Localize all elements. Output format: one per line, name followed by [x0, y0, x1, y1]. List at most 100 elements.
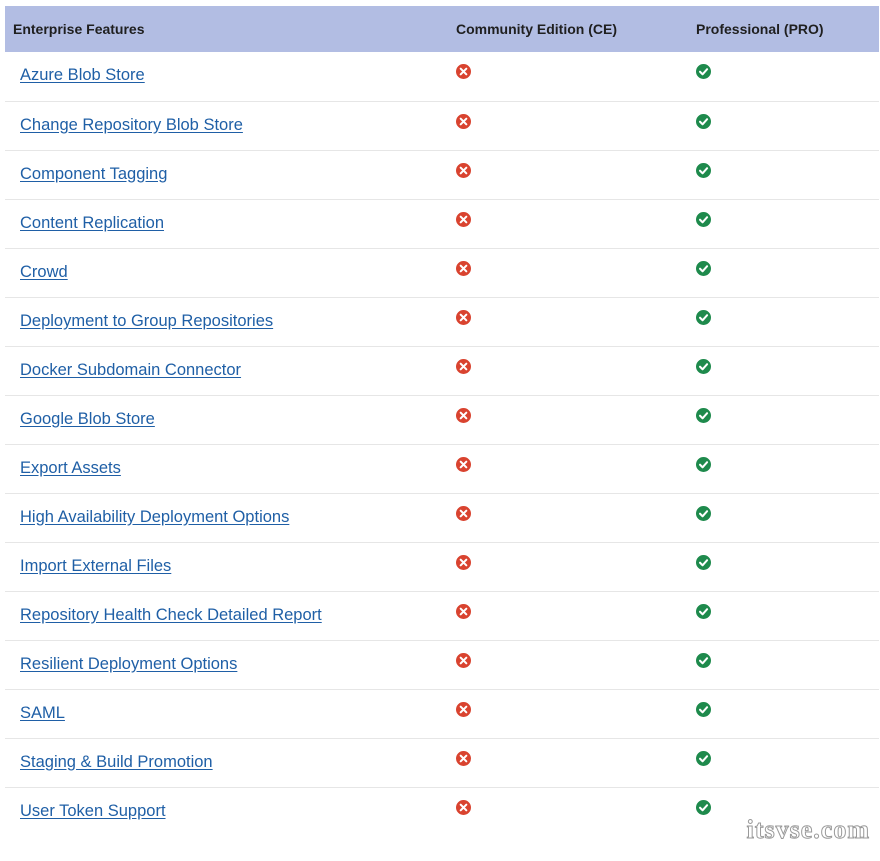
feature-cell: Docker Subdomain Connector — [5, 346, 456, 395]
ce-status-cell — [456, 591, 696, 640]
pro-status-cell — [696, 101, 879, 150]
ce-status-cell — [456, 444, 696, 493]
feature-link[interactable]: Content Replication — [20, 214, 164, 232]
table-row: Staging & Build Promotion — [5, 738, 879, 787]
feature-cell: Change Repository Blob Store — [5, 101, 456, 150]
ce-status-cell — [456, 346, 696, 395]
ce-status-cell — [456, 689, 696, 738]
check-circle-icon — [696, 750, 711, 766]
feature-link[interactable]: Component Tagging — [20, 165, 167, 183]
table-row: Google Blob Store — [5, 395, 879, 444]
feature-link[interactable]: Deployment to Group Repositories — [20, 312, 273, 330]
pro-status-cell — [696, 542, 879, 591]
feature-link[interactable]: Repository Health Check Detailed Report — [20, 606, 322, 624]
ce-status-cell — [456, 101, 696, 150]
page: Enterprise Features Community Edition (C… — [0, 0, 880, 861]
x-circle-icon — [456, 505, 471, 521]
ce-status-cell — [456, 395, 696, 444]
feature-comparison-table: Enterprise Features Community Edition (C… — [5, 6, 879, 836]
check-circle-icon — [696, 64, 711, 79]
feature-link[interactable]: Docker Subdomain Connector — [20, 361, 241, 379]
feature-link[interactable]: Change Repository Blob Store — [20, 116, 243, 134]
x-circle-icon — [456, 162, 471, 178]
check-circle-icon — [696, 799, 711, 815]
table-row: High Availability Deployment Options — [5, 493, 879, 542]
x-circle-icon — [456, 456, 471, 472]
feature-cell: Deployment to Group Repositories — [5, 297, 456, 346]
check-circle-icon — [696, 505, 711, 521]
header-row: Enterprise Features Community Edition (C… — [5, 6, 879, 52]
ce-status-cell — [456, 248, 696, 297]
feature-cell: Content Replication — [5, 199, 456, 248]
ce-status-cell — [456, 52, 696, 101]
pro-status-cell — [696, 52, 879, 101]
feature-cell: Resilient Deployment Options — [5, 640, 456, 689]
pro-status-cell — [696, 248, 879, 297]
header-community-edition: Community Edition (CE) — [456, 21, 617, 37]
header-enterprise-features: Enterprise Features — [13, 21, 145, 37]
feature-cell: SAML — [5, 689, 456, 738]
check-circle-icon — [696, 701, 711, 717]
feature-cell: Google Blob Store — [5, 395, 456, 444]
table-row: Content Replication — [5, 199, 879, 248]
check-circle-icon — [696, 456, 711, 472]
feature-cell: Staging & Build Promotion — [5, 738, 456, 787]
ce-status-cell — [456, 787, 696, 836]
check-circle-icon — [696, 113, 711, 129]
check-circle-icon — [696, 211, 711, 227]
ce-status-cell — [456, 542, 696, 591]
pro-status-cell — [696, 689, 879, 738]
feature-link[interactable]: Resilient Deployment Options — [20, 655, 237, 673]
feature-link[interactable]: Import External Files — [20, 557, 171, 575]
table-row: Crowd — [5, 248, 879, 297]
table-row: Azure Blob Store — [5, 52, 879, 101]
table-header: Enterprise Features Community Edition (C… — [5, 6, 879, 52]
x-circle-icon — [456, 260, 471, 276]
check-circle-icon — [696, 652, 711, 668]
feature-cell: High Availability Deployment Options — [5, 493, 456, 542]
x-circle-icon — [456, 799, 471, 815]
table-row: Resilient Deployment Options — [5, 640, 879, 689]
pro-status-cell — [696, 591, 879, 640]
table-row: Component Tagging — [5, 150, 879, 199]
feature-cell: User Token Support — [5, 787, 456, 836]
feature-cell: Export Assets — [5, 444, 456, 493]
feature-cell: Azure Blob Store — [5, 52, 456, 101]
feature-link[interactable]: High Availability Deployment Options — [20, 508, 289, 526]
check-circle-icon — [696, 162, 711, 178]
pro-status-cell — [696, 346, 879, 395]
ce-status-cell — [456, 640, 696, 689]
x-circle-icon — [456, 701, 471, 717]
pro-status-cell — [696, 640, 879, 689]
table-row: SAML — [5, 689, 879, 738]
feature-link[interactable]: Staging & Build Promotion — [20, 753, 213, 771]
feature-link[interactable]: User Token Support — [20, 802, 166, 820]
x-circle-icon — [456, 358, 471, 374]
feature-link[interactable]: Azure Blob Store — [20, 66, 145, 84]
ce-status-cell — [456, 738, 696, 787]
x-circle-icon — [456, 603, 471, 619]
table-row: Export Assets — [5, 444, 879, 493]
header-professional: Professional (PRO) — [696, 21, 824, 37]
check-circle-icon — [696, 603, 711, 619]
pro-status-cell — [696, 297, 879, 346]
feature-cell: Component Tagging — [5, 150, 456, 199]
table-row: Import External Files — [5, 542, 879, 591]
x-circle-icon — [456, 113, 471, 129]
feature-cell: Crowd — [5, 248, 456, 297]
feature-link[interactable]: Export Assets — [20, 459, 121, 477]
feature-cell: Import External Files — [5, 542, 456, 591]
feature-link[interactable]: SAML — [20, 704, 65, 722]
feature-link[interactable]: Crowd — [20, 263, 68, 281]
pro-status-cell — [696, 199, 879, 248]
x-circle-icon — [456, 554, 471, 570]
check-circle-icon — [696, 407, 711, 423]
feature-cell: Repository Health Check Detailed Report — [5, 591, 456, 640]
table-row: Change Repository Blob Store — [5, 101, 879, 150]
x-circle-icon — [456, 750, 471, 766]
ce-status-cell — [456, 199, 696, 248]
ce-status-cell — [456, 493, 696, 542]
feature-link[interactable]: Google Blob Store — [20, 410, 155, 428]
check-circle-icon — [696, 554, 711, 570]
pro-status-cell — [696, 444, 879, 493]
